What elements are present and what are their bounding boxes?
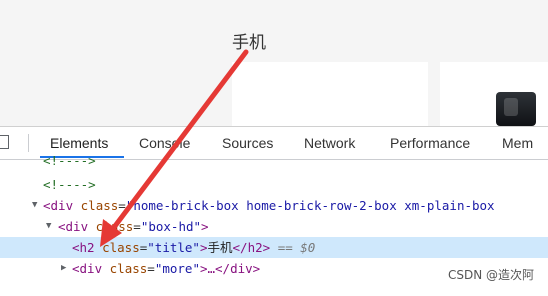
watermark: CSDN @造次阿: [447, 268, 534, 282]
tab-network[interactable]: Network: [304, 135, 355, 151]
tab-elements[interactable]: Elements: [50, 135, 108, 151]
tree-line-comment[interactable]: <!---->: [0, 150, 548, 171]
inspect-element-icon[interactable]: [0, 135, 9, 149]
page-viewport: 手机: [0, 0, 548, 126]
tree-line-comment[interactable]: <!---->: [0, 174, 548, 195]
h2-text: 手机: [207, 240, 233, 255]
tab-sources[interactable]: Sources: [222, 135, 273, 151]
tree-line-box-hd[interactable]: ▼ <div class="box-hd">: [0, 216, 548, 237]
html-comment: <!---->: [43, 177, 96, 192]
product-card[interactable]: [232, 62, 428, 126]
section-title: 手机: [232, 33, 266, 53]
tree-line-h2-selected[interactable]: <h2 class="title">手机</h2> == $0: [0, 237, 548, 258]
collapse-caret-icon[interactable]: ▶: [61, 258, 66, 279]
phone-image: [496, 92, 536, 126]
expand-caret-icon[interactable]: ▼: [32, 195, 37, 216]
selected-node-marker: == $0: [277, 240, 316, 255]
tree-line-row-box[interactable]: ▼ <div class="home-brick-box home-brick-…: [0, 195, 548, 216]
tab-console[interactable]: Console: [139, 135, 190, 151]
tab-memory[interactable]: Mem: [502, 135, 533, 151]
tab-performance[interactable]: Performance: [390, 135, 470, 151]
expand-caret-icon[interactable]: ▼: [46, 216, 51, 237]
html-comment: <!---->: [43, 153, 96, 168]
